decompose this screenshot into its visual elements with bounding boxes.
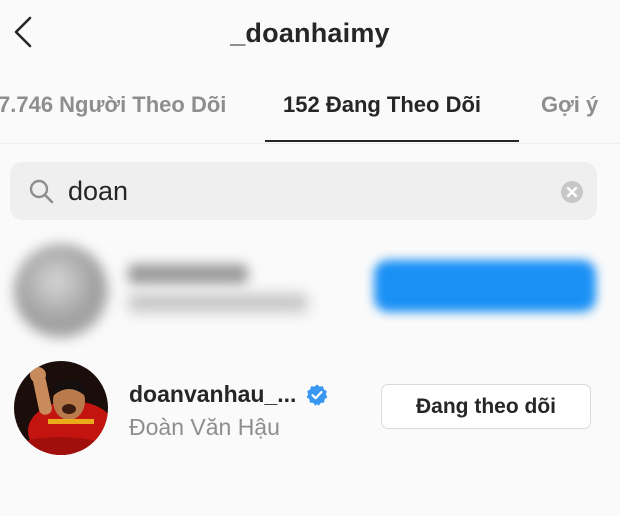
tab-following[interactable]: 152 Đang Theo Dõi [283, 92, 481, 118]
following-button[interactable]: Đang theo dõi [381, 384, 591, 429]
list-item: doanvanhau_... Đoàn Văn Hậu Đang theo dõ… [0, 355, 620, 465]
page-title: _doanhaimy [230, 18, 390, 48]
username-line: doanvanhau_... [129, 381, 329, 408]
active-tab-indicator [265, 140, 519, 142]
search-bar [10, 162, 597, 220]
top-bar: _doanhaimy [0, 0, 620, 70]
search-icon [29, 179, 54, 204]
username[interactable]: doanvanhau_... [129, 381, 296, 408]
clear-icon[interactable] [560, 180, 584, 204]
tab-followers[interactable]: 7.746 Người Theo Dõi [0, 92, 226, 118]
follow-button[interactable] [374, 260, 596, 312]
avatar-image [14, 361, 108, 455]
avatar[interactable] [14, 244, 108, 338]
list-item [0, 232, 620, 342]
username-redacted [128, 264, 248, 284]
fullname-redacted [128, 294, 308, 312]
search-input[interactable] [68, 170, 548, 212]
tab-bar: 7.746 Người Theo Dõi 152 Đang Theo Dõi G… [0, 74, 620, 144]
tab-suggested[interactable]: Gợi ý [541, 92, 598, 118]
verified-badge-icon [307, 384, 328, 406]
divider [0, 143, 620, 144]
avatar[interactable] [14, 361, 108, 455]
full-name: Đoàn Văn Hậu [129, 414, 280, 440]
